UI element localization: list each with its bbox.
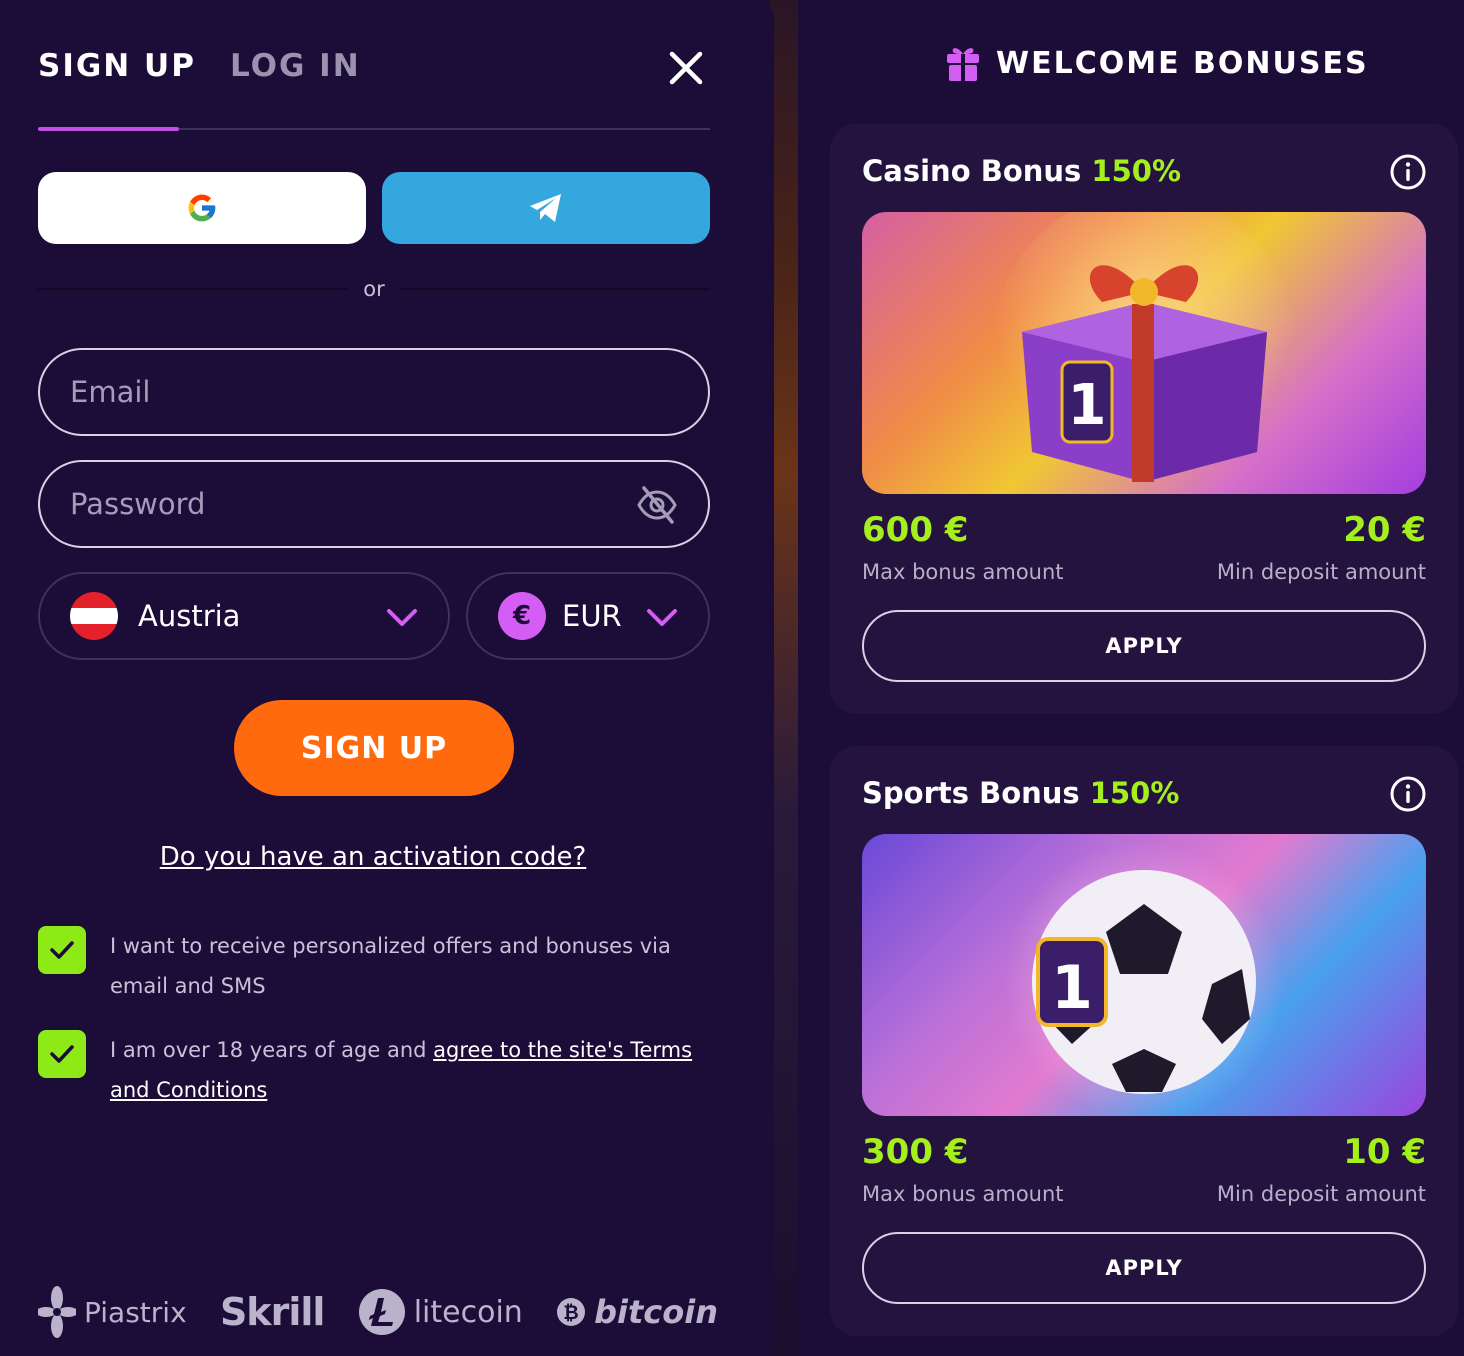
google-icon	[188, 194, 216, 222]
litecoin-label: litecoin	[413, 1294, 523, 1330]
close-icon	[669, 51, 703, 85]
country-select[interactable]: Austria	[38, 572, 450, 660]
soccer-ball-illustration: 1	[1004, 842, 1284, 1116]
piastrix-logo-icon	[38, 1286, 76, 1338]
sports-bonus-image: 1	[862, 834, 1426, 1116]
max-bonus-label: Max bonus amount	[862, 560, 1064, 584]
payment-piastrix: Piastrix	[38, 1284, 187, 1340]
max-bonus-value: 300 €	[862, 1132, 969, 1172]
skrill-label: Skrill	[219, 1290, 325, 1334]
euro-icon: €	[498, 592, 546, 640]
max-bonus-value: 600 €	[862, 510, 969, 550]
sign-up-button[interactable]: SIGN UP	[234, 700, 514, 796]
divider-line-right	[400, 288, 711, 290]
bonus-title: Sports Bonus 150%	[862, 776, 1179, 810]
chevron-down-icon	[647, 609, 677, 626]
bonus-percent: 150%	[1089, 776, 1180, 810]
checkmark-icon	[50, 941, 74, 959]
email-field	[38, 348, 710, 436]
auth-tabs: SIGN UP LOG IN	[38, 48, 361, 84]
country-value: Austria	[138, 599, 241, 633]
chevron-down-icon	[387, 609, 417, 626]
close-button[interactable]	[664, 46, 708, 90]
bitcoin-logo-icon: ₿	[557, 1298, 586, 1326]
casino-bonus-card: Casino Bonus 150% 1 600 € 20 € Max bonus…	[830, 124, 1458, 714]
offers-checkbox[interactable]	[38, 926, 86, 974]
svg-text:1: 1	[1051, 953, 1093, 1023]
tab-sign-up[interactable]: SIGN UP	[38, 48, 196, 84]
litecoin-logo-icon	[358, 1289, 405, 1335]
bonus-title: Casino Bonus 150%	[862, 154, 1181, 188]
offers-consent-text: I want to receive personalized offers an…	[110, 934, 671, 998]
toggle-password-visibility[interactable]	[634, 482, 680, 528]
piastrix-label: Piastrix	[84, 1295, 187, 1329]
min-deposit-label: Min deposit amount	[1216, 1182, 1426, 1206]
bitcoin-label: bitcoin	[594, 1293, 718, 1331]
bonuses-header: WELCOME BONUSES	[946, 44, 1369, 82]
bonuses-panel: WELCOME BONUSES Casino Bonus 150% 1 600 …	[798, 0, 1464, 1356]
payment-methods: Piastrix Skrill litecoin ₿ bitcoin	[38, 1280, 718, 1344]
password-field	[38, 460, 710, 548]
bonus-percent: 150%	[1091, 154, 1182, 188]
signup-panel: SIGN UP LOG IN or Email Austria € EUR SI…	[0, 0, 774, 1356]
password-input[interactable]	[70, 487, 678, 521]
min-deposit-value: 20 €	[1343, 510, 1426, 550]
info-icon[interactable]	[1390, 154, 1426, 190]
terms-prefix: I am over 18 years of age and	[110, 1038, 434, 1062]
min-deposit-label: Min deposit amount	[1216, 560, 1426, 584]
apply-sports-bonus-button[interactable]: APPLY	[862, 1232, 1426, 1304]
bonuses-title: WELCOME BONUSES	[996, 45, 1369, 81]
email-input[interactable]	[70, 375, 678, 409]
payment-bitcoin: ₿ bitcoin	[556, 1293, 718, 1331]
min-deposit-value: 10 €	[1343, 1132, 1426, 1172]
austria-flag-icon	[70, 592, 118, 640]
google-login-button[interactable]	[38, 172, 366, 244]
telegram-login-button[interactable]	[382, 172, 710, 244]
or-divider: or	[38, 276, 711, 302]
payment-skrill: Skrill	[219, 1290, 325, 1334]
or-text: or	[363, 277, 385, 301]
eye-off-icon	[637, 486, 677, 524]
payment-litecoin: litecoin	[358, 1288, 523, 1336]
bonus-name: Sports Bonus	[862, 776, 1080, 810]
active-tab-indicator	[38, 127, 179, 131]
gift-box-illustration: 1	[994, 212, 1294, 492]
svg-text:1: 1	[1068, 373, 1107, 438]
svg-text:₿: ₿	[563, 1302, 578, 1324]
tab-log-in[interactable]: LOG IN	[230, 48, 361, 84]
max-bonus-label: Max bonus amount	[862, 1182, 1064, 1206]
divider-line-left	[38, 288, 348, 290]
currency-select[interactable]: € EUR	[466, 572, 710, 660]
currency-value: EUR	[562, 599, 622, 633]
telegram-icon	[530, 194, 561, 222]
sports-bonus-card: Sports Bonus 150% 1 300 € 10 € Max bonus…	[830, 746, 1458, 1336]
terms-consent-text: I am over 18 years of age and agree to t…	[110, 1030, 720, 1110]
apply-casino-bonus-button[interactable]: APPLY	[862, 610, 1426, 682]
info-icon[interactable]	[1390, 776, 1426, 812]
checkmark-icon	[50, 1045, 74, 1063]
activation-code-link[interactable]: Do you have an activation code?	[0, 842, 746, 872]
bonus-name: Casino Bonus	[862, 154, 1082, 188]
gift-icon	[947, 48, 979, 81]
casino-bonus-image: 1	[862, 212, 1426, 494]
terms-checkbox[interactable]	[38, 1030, 86, 1078]
